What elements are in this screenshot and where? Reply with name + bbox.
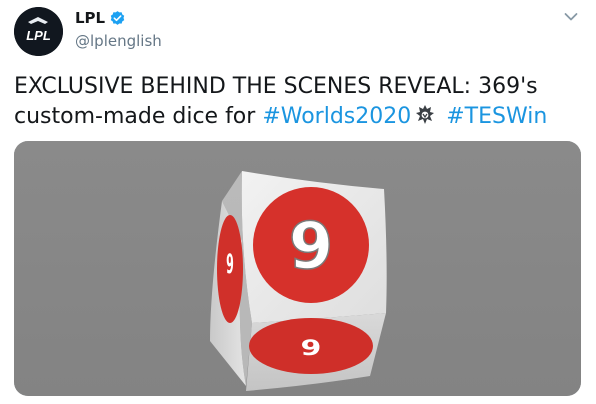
handle[interactable]: @lplenglish: [75, 31, 162, 51]
avatar[interactable]: LPL: [14, 7, 63, 56]
author-name-row: LPL: [75, 8, 126, 28]
die-bottom-number: 9: [301, 336, 322, 361]
die-front-number: 9: [289, 210, 334, 284]
worlds-logo-emoji-icon: [416, 105, 435, 124]
tweet-text-prefix: custom-made dice for: [14, 104, 263, 129]
tweet-media-image[interactable]: 9 9 9: [14, 141, 581, 396]
display-name[interactable]: LPL: [75, 8, 105, 28]
lpl-logo-icon: LPL: [14, 7, 63, 56]
chevron-down-icon[interactable]: [564, 12, 578, 22]
tweet-text-line-2: custom-made dice for #Worlds2020 #TESWin: [14, 102, 584, 132]
hashtag-teswin[interactable]: #TESWin: [446, 104, 547, 129]
tweet-text: EXCLUSIVE BEHIND THE SCENES REVEAL: 369'…: [14, 72, 584, 132]
die-left-number: 9: [226, 248, 234, 279]
tweet-card: LPL LPL @lplenglish EXCLUSIVE BEHIND THE…: [0, 0, 596, 404]
avatar-logo-text: LPL: [26, 28, 51, 43]
tweet-text-line-1: EXCLUSIVE BEHIND THE SCENES REVEAL: 369'…: [14, 74, 538, 99]
verified-badge-icon: [110, 10, 125, 25]
die: 9 9 9: [210, 171, 387, 391]
dice-image: 9 9 9: [14, 141, 581, 396]
hashtag-worlds2020[interactable]: #Worlds2020: [262, 104, 411, 129]
